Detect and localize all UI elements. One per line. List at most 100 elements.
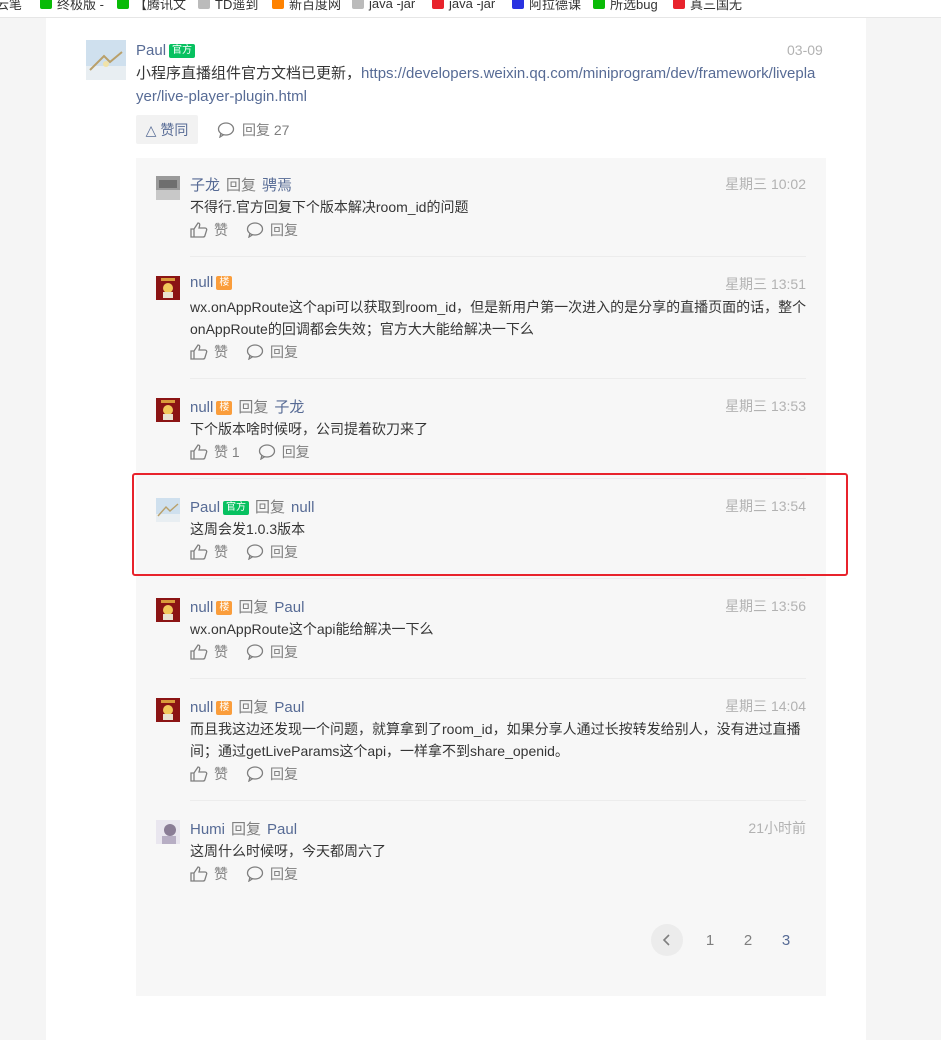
- author-avatar[interactable]: [86, 40, 126, 80]
- author-name[interactable]: Paul: [136, 42, 166, 59]
- reply-author[interactable]: null: [190, 274, 213, 291]
- comment-icon: [246, 766, 264, 782]
- like-button[interactable]: 赞: [190, 764, 228, 784]
- pagination: 1 2 3: [651, 924, 805, 956]
- reply-header: 子龙 回复 骋焉: [190, 174, 292, 195]
- reply-button[interactable]: 回复: [258, 442, 310, 462]
- like-button[interactable]: 赞: [190, 220, 228, 240]
- page-2[interactable]: 2: [729, 932, 767, 949]
- bookmark-label: java -jar: [369, 0, 416, 11]
- reply-target[interactable]: Paul: [267, 821, 297, 838]
- bookmark-label: java -jar: [449, 0, 496, 11]
- agree-button[interactable]: △ 赞同: [136, 115, 198, 144]
- reply-actions: 赞 回复: [190, 864, 316, 884]
- reply-count-button[interactable]: 回复 27: [217, 115, 289, 144]
- reply-content: 而且我这边还发现一个问题，就算拿到了room_id，如果分享人通过长按转发给别人…: [190, 721, 801, 759]
- reply-word: 回复: [231, 821, 262, 838]
- thumbs-up-icon: [190, 766, 208, 782]
- plus-icon: [117, 0, 129, 9]
- bookmark-1[interactable]: 终极版 -: [40, 0, 104, 12]
- bookmark-label: 阿拉德课: [529, 0, 582, 12]
- reply-avatar[interactable]: [156, 698, 180, 722]
- reply-author[interactable]: Humi: [190, 821, 225, 838]
- reply-target[interactable]: 子龙: [274, 399, 304, 416]
- prev-page-button[interactable]: [651, 924, 683, 956]
- like-button[interactable]: 赞: [190, 342, 228, 362]
- reply-actions: 赞 1 回复: [190, 442, 328, 462]
- reply-divider: [190, 378, 806, 379]
- reply-actions: 赞 回复: [190, 220, 316, 240]
- comment-icon: [246, 222, 264, 238]
- g-icon: [673, 0, 685, 9]
- page-1[interactable]: 1: [691, 932, 729, 949]
- bookmark-9[interactable]: 真三国无: [673, 0, 743, 12]
- bookmark-label: 云笔: [0, 0, 23, 12]
- reply-author[interactable]: null: [190, 599, 213, 616]
- reply-target[interactable]: Paul: [274, 699, 304, 716]
- reply-time: 星期三 13:53: [725, 398, 806, 414]
- reply-avatar[interactable]: [156, 820, 180, 844]
- reply-avatar[interactable]: [156, 598, 180, 622]
- reply-time: 星期三 14:04: [725, 698, 806, 714]
- official-badge: 官方: [169, 44, 196, 58]
- reply-label: 回复: [270, 766, 298, 782]
- reply-header: null 楼: [190, 274, 233, 291]
- post-text: 小程序直播组件官方文档已更新，: [136, 65, 362, 82]
- weibo-icon: [272, 0, 284, 9]
- like-label: 赞: [214, 644, 228, 660]
- reply-button[interactable]: 回复: [246, 342, 298, 362]
- thumbs-up-icon: [190, 866, 208, 882]
- java-icon: [352, 0, 364, 9]
- reply-target[interactable]: Paul: [274, 599, 304, 616]
- bookmark-label: 真三国无: [690, 0, 743, 12]
- reply-author[interactable]: 子龙: [190, 177, 220, 194]
- reply-word: 回复: [238, 699, 269, 716]
- like-button[interactable]: 赞: [190, 864, 228, 884]
- author-badge: 楼: [216, 701, 233, 715]
- bookmark-3[interactable]: TD遥到: [198, 0, 259, 12]
- reply-author[interactable]: null: [190, 399, 213, 416]
- author-badge: 楼: [216, 601, 233, 615]
- plus-icon: [593, 0, 605, 9]
- reply-avatar[interactable]: [156, 176, 180, 200]
- reply-button[interactable]: 回复: [246, 220, 298, 240]
- post-time: 03-09: [787, 42, 823, 58]
- like-button[interactable]: 赞 1: [190, 442, 240, 462]
- bookmark-4[interactable]: 新百度网: [272, 0, 342, 12]
- reply-button[interactable]: 回复: [246, 642, 298, 662]
- reply-content: wx.onAppRoute这个api可以获取到room_id，但是新用户第一次进…: [190, 299, 807, 337]
- reply-header: null 楼回复 Paul: [190, 696, 304, 717]
- reply-header: Humi 回复 Paul: [190, 818, 297, 839]
- reply-label: 回复: [270, 222, 298, 238]
- bookmark-6[interactable]: java -jar: [432, 0, 495, 11]
- like-label: 赞: [214, 344, 228, 360]
- bookmark-5[interactable]: java -jar: [352, 0, 415, 11]
- like-button[interactable]: 赞: [190, 642, 228, 662]
- bookmark-8[interactable]: 所选bug: [593, 0, 658, 12]
- reply-word: 回复: [238, 599, 269, 616]
- reply-label: 回复: [270, 644, 298, 660]
- reply-button[interactable]: 回复: [246, 764, 298, 784]
- bookmark-0[interactable]: 云笔: [0, 0, 23, 12]
- like-label: 赞 1: [214, 444, 240, 460]
- thumbs-up-icon: [190, 344, 208, 360]
- highlight-box: [132, 473, 848, 576]
- reply-actions: 赞 回复: [190, 764, 316, 784]
- reply-divider: [190, 256, 806, 257]
- reply-author[interactable]: null: [190, 699, 213, 716]
- bookmark-label: TD遥到: [215, 0, 259, 12]
- bookmarks-bar: 云笔 终极版 - 【腾讯文 TD遥到 新百度网 java -jar java -jar 阿拉德…: [0, 0, 941, 18]
- reply-avatar[interactable]: [156, 398, 180, 422]
- reply-content: 这周什么时候呀，今天都周六了: [190, 843, 386, 859]
- reply-time: 21小时前: [748, 820, 806, 836]
- bookmark-label: 新百度网: [289, 0, 342, 12]
- reply-avatar[interactable]: [156, 276, 180, 300]
- bookmark-7[interactable]: 阿拉德课: [512, 0, 582, 12]
- reply-target[interactable]: 骋焉: [262, 177, 292, 194]
- page-3[interactable]: 3: [767, 932, 805, 949]
- reply-button[interactable]: 回复: [246, 864, 298, 884]
- reply-header: null 楼回复 Paul: [190, 596, 304, 617]
- bookmark-2[interactable]: 【腾讯文: [117, 0, 186, 12]
- thumbs-up-icon: [190, 222, 208, 238]
- comment-icon: [246, 866, 264, 882]
